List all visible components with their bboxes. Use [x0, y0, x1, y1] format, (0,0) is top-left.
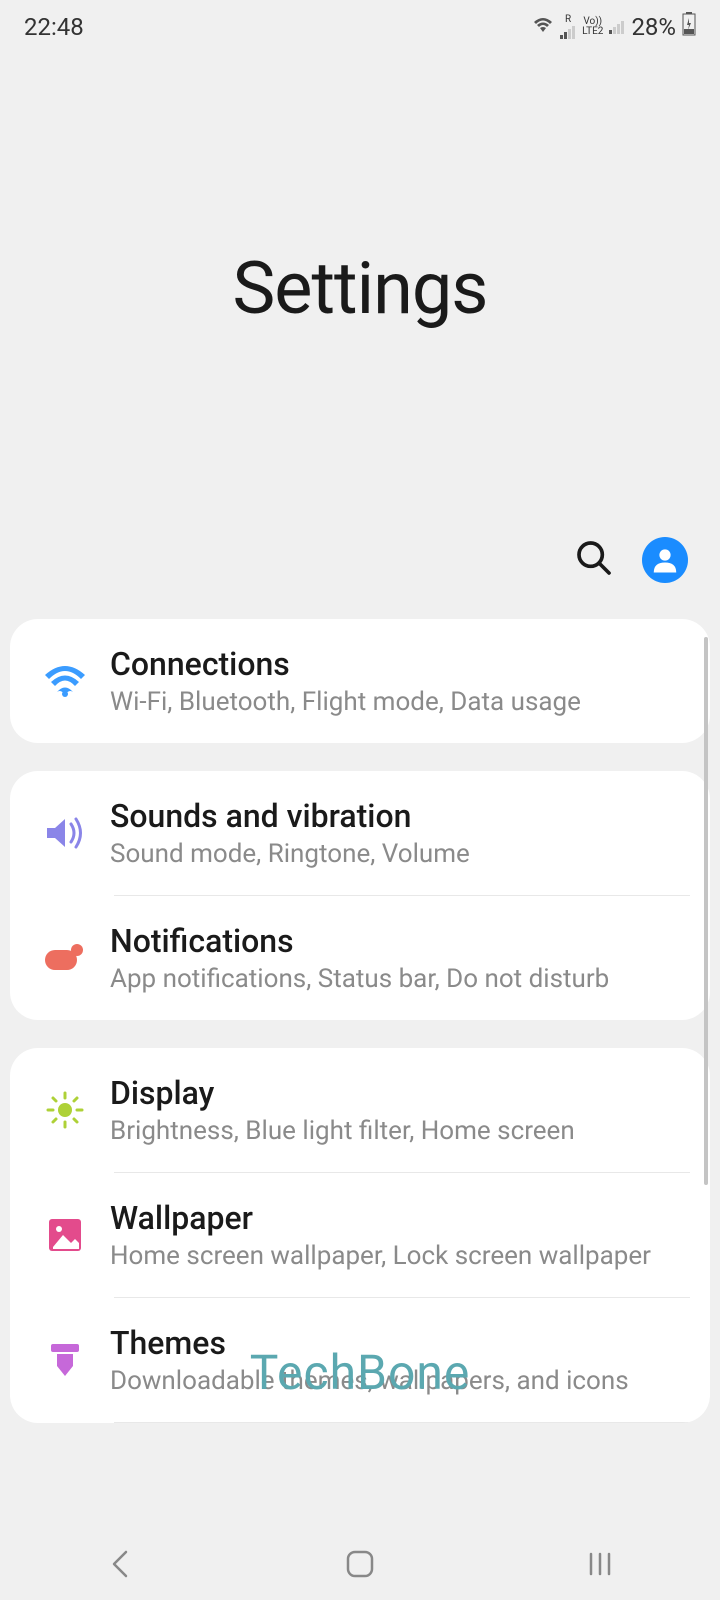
- header: Settings: [0, 53, 720, 523]
- item-title: Themes: [110, 1324, 686, 1362]
- item-subtitle: Home screen wallpaper, Lock screen wallp…: [110, 1241, 686, 1271]
- search-button[interactable]: [574, 538, 614, 582]
- status-icons: R Vo)) LTE2 28%: [532, 12, 696, 41]
- item-themes[interactable]: Themes Downloadable themes, wallpapers, …: [10, 1298, 710, 1422]
- sim1-indicator: R: [560, 15, 576, 39]
- account-button[interactable]: [642, 537, 688, 583]
- action-row: [0, 523, 720, 609]
- signal-icon: [609, 15, 625, 39]
- item-subtitle: App notifications, Status bar, Do not di…: [110, 964, 686, 994]
- card-sounds-notifications: Sounds and vibration Sound mode, Rington…: [10, 771, 710, 1020]
- wifi-icon: [20, 663, 110, 699]
- divider: [114, 1422, 690, 1423]
- status-bar: 22:48 R Vo)) LTE2 28%: [0, 0, 720, 53]
- item-connections[interactable]: Connections Wi-Fi, Bluetooth, Flight mod…: [10, 619, 710, 743]
- item-subtitle: Brightness, Blue light filter, Home scre…: [110, 1116, 686, 1146]
- card-display: Display Brightness, Blue light filter, H…: [10, 1048, 710, 1423]
- card-connections: Connections Wi-Fi, Bluetooth, Flight mod…: [10, 619, 710, 743]
- item-title: Notifications: [110, 922, 686, 960]
- item-display[interactable]: Display Brightness, Blue light filter, H…: [10, 1048, 710, 1172]
- battery-icon: [682, 12, 696, 41]
- speaker-icon: [20, 814, 110, 852]
- settings-list: Connections Wi-Fi, Bluetooth, Flight mod…: [0, 609, 720, 1423]
- wallpaper-icon: [20, 1217, 110, 1253]
- scroll-indicator: [704, 637, 708, 1185]
- item-sounds[interactable]: Sounds and vibration Sound mode, Rington…: [10, 771, 710, 895]
- wifi-icon: [532, 15, 554, 39]
- back-button[interactable]: [100, 1544, 140, 1584]
- item-subtitle: Sound mode, Ringtone, Volume: [110, 839, 686, 869]
- item-title: Display: [110, 1074, 686, 1112]
- item-wallpaper[interactable]: Wallpaper Home screen wallpaper, Lock sc…: [10, 1173, 710, 1297]
- item-title: Wallpaper: [110, 1199, 686, 1237]
- item-title: Sounds and vibration: [110, 797, 686, 835]
- status-time: 22:48: [24, 13, 84, 41]
- page-title: Settings: [233, 246, 488, 331]
- item-notifications[interactable]: Notifications App notifications, Status …: [10, 896, 710, 1020]
- recents-button[interactable]: [580, 1544, 620, 1584]
- notifications-icon: [20, 942, 110, 974]
- sim2-indicator: Vo)) LTE2: [582, 17, 603, 37]
- item-title: Connections: [110, 645, 686, 683]
- item-subtitle: Downloadable themes, wallpapers, and ico…: [110, 1366, 686, 1396]
- item-subtitle: Wi-Fi, Bluetooth, Flight mode, Data usag…: [110, 687, 686, 717]
- battery-text: 28%: [631, 13, 676, 41]
- home-button[interactable]: [340, 1544, 380, 1584]
- brightness-icon: [20, 1090, 110, 1130]
- themes-icon: [20, 1340, 110, 1380]
- navigation-bar: [0, 1528, 720, 1600]
